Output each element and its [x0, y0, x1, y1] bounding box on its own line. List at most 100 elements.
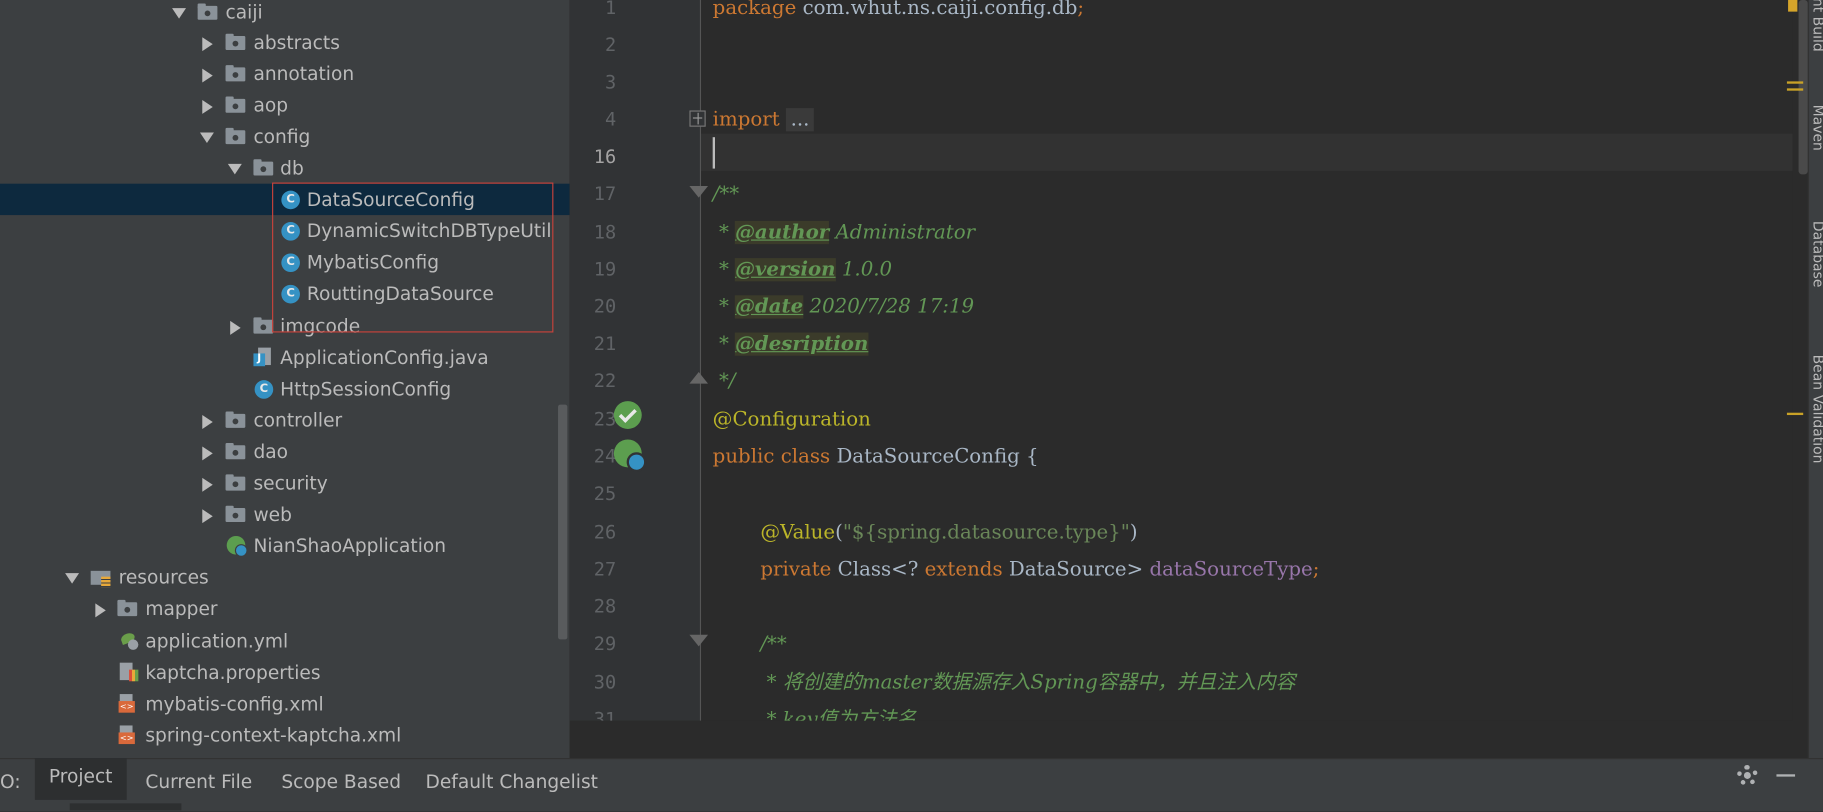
- tree-item-kaptcha-properties[interactable]: kaptcha.properties: [0, 657, 570, 688]
- tree-item-label: aop: [253, 94, 289, 117]
- tree-item-label: ApplicationConfig.java: [280, 346, 489, 369]
- tree-item-security[interactable]: security: [0, 467, 570, 498]
- tree-item-label: caiji: [225, 1, 263, 24]
- code-line: @Configuration: [712, 408, 871, 432]
- line-number: 25: [593, 482, 617, 505]
- chevron-right-icon[interactable]: [226, 310, 242, 341]
- tree-item-annotation[interactable]: annotation: [0, 58, 570, 89]
- line-number: 28: [593, 595, 617, 618]
- chevron-right-icon[interactable]: [198, 436, 214, 467]
- code-line: * @desription: [713, 326, 869, 363]
- keyword: private: [760, 558, 832, 582]
- chevron-right-icon[interactable]: [198, 499, 214, 530]
- tree-item-controller[interactable]: controller: [0, 405, 570, 436]
- tree-item-label: web: [253, 503, 292, 526]
- chevron-down-icon[interactable]: [63, 562, 80, 593]
- code-line: */: [712, 369, 736, 393]
- warning-marker[interactable]: [1786, 412, 1804, 416]
- tree-item-caiji[interactable]: caiji: [0, 0, 570, 28]
- doc-tag: @version: [735, 258, 836, 282]
- tree-item-application-yml[interactable]: application.yml: [0, 625, 570, 656]
- tool-maven[interactable]: Maven: [1810, 105, 1823, 151]
- code-editor[interactable]: 1 2 3 4 16 17 18 19 20 21 22 23 24 25 26…: [569, 0, 1793, 721]
- tree-item-nianshaoapplication[interactable]: NianShaoApplication: [0, 530, 570, 561]
- code-line: * key值为方法名: [760, 708, 917, 721]
- warning-marker[interactable]: [1786, 81, 1804, 84]
- highlight-box: [272, 182, 554, 333]
- chevron-down-icon[interactable]: [170, 0, 187, 28]
- folder-icon: [225, 95, 246, 114]
- tree-item-spring-context-kaptcha-xml[interactable]: spring-context-kaptcha.xml: [0, 720, 570, 751]
- chevron-right-icon[interactable]: [198, 58, 214, 89]
- doc-tag: @date: [735, 295, 804, 319]
- tree-item-label: application.yml: [145, 630, 289, 653]
- tool-ant-build[interactable]: Ant Build: [1810, 0, 1823, 52]
- line-number: 2: [604, 33, 617, 56]
- tree-item-db[interactable]: db: [0, 152, 570, 183]
- tree-item-label: controller: [253, 409, 343, 432]
- fold-collapse-icon[interactable]: [689, 634, 709, 647]
- tab-project[interactable]: Project: [34, 758, 127, 800]
- line-number: 27: [593, 558, 617, 581]
- minimize-icon[interactable]: [1776, 774, 1796, 777]
- tree-item-config[interactable]: config: [0, 121, 570, 152]
- configuration-bean-icon[interactable]: [613, 401, 642, 429]
- tool-database[interactable]: Database: [1810, 221, 1823, 288]
- spring-bean-icon[interactable]: [613, 439, 647, 473]
- tree-item-resources[interactable]: resources: [0, 562, 570, 593]
- tab-current-file[interactable]: Current File: [145, 765, 252, 800]
- fold-end-icon[interactable]: [689, 372, 709, 384]
- code-text: ;: [1077, 0, 1085, 20]
- project-tree-panel: caiji abstracts annotation aop config db: [0, 0, 570, 759]
- line-number: 24: [593, 445, 617, 468]
- line-number: 17: [593, 182, 617, 205]
- editor-scrollbar[interactable]: [1798, 0, 1808, 175]
- warning-marker[interactable]: [1786, 88, 1804, 91]
- tree-item-abstracts[interactable]: abstracts: [0, 27, 570, 58]
- warning-status-icon[interactable]: [1788, 0, 1798, 12]
- editor-gutter: 1 2 3 4 16 17 18 19 20 21 22 23 24 25 26…: [569, 0, 702, 721]
- fold-collapse-icon[interactable]: [689, 186, 709, 198]
- tree-item-mapper[interactable]: mapper: [0, 593, 570, 624]
- tab-scope-based[interactable]: Scope Based: [281, 765, 401, 800]
- tool-bean-validation[interactable]: Bean Validation: [1810, 355, 1823, 464]
- gear-icon[interactable]: [1736, 764, 1758, 786]
- line-number: 19: [593, 258, 617, 281]
- tab-default-changelist[interactable]: Default Changelist: [426, 765, 598, 800]
- folded-imports[interactable]: ...: [785, 108, 815, 132]
- tree-item-dao[interactable]: dao: [0, 436, 570, 467]
- tree-item-aop[interactable]: aop: [0, 90, 570, 121]
- fold-expand-icon[interactable]: [689, 110, 706, 127]
- folder-icon: [253, 158, 274, 177]
- gutter-divider: [699, 0, 702, 721]
- tree-item-httpsessionconfig[interactable]: C HttpSessionConfig: [0, 373, 570, 404]
- code-text: ): [1129, 520, 1138, 545]
- tree-item-web[interactable]: web: [0, 499, 570, 530]
- tree-item-label: HttpSessionConfig: [280, 377, 452, 400]
- java-file-icon: [253, 347, 272, 367]
- folder-icon: [225, 410, 246, 429]
- folder-icon: [225, 33, 246, 52]
- chevron-down-icon[interactable]: [226, 152, 242, 183]
- chevron-right-icon[interactable]: [198, 405, 214, 436]
- code-text: *: [712, 258, 736, 282]
- chevron-right-icon[interactable]: [198, 27, 214, 58]
- code-line: /**: [712, 182, 740, 206]
- tree-item-label: kaptcha.properties: [145, 661, 321, 684]
- tree-item-applicationconfig-java[interactable]: ApplicationConfig.java: [0, 342, 570, 373]
- code-text: com.whut.ns.caiji.config.db: [796, 0, 1078, 20]
- chevron-right-icon[interactable]: [198, 90, 214, 121]
- code-text: DataSource>: [1002, 558, 1150, 582]
- code-text: *: [712, 332, 736, 356]
- line-number: 18: [593, 220, 617, 243]
- annotation: @Value: [760, 520, 836, 545]
- chevron-right-icon[interactable]: [91, 593, 107, 624]
- tree-item-mybatis-config-xml[interactable]: mybatis-config.xml: [0, 688, 570, 719]
- code-line: * @version 1.0.0: [713, 251, 892, 288]
- tree-scrollbar[interactable]: [558, 404, 568, 640]
- code-line: * 将创建的master数据源存入Spring容器中，并且注入内容: [760, 670, 1296, 695]
- chevron-right-icon[interactable]: [198, 467, 214, 498]
- chevron-down-icon[interactable]: [198, 121, 214, 152]
- text-caret: [712, 137, 715, 169]
- line-number: 1: [604, 0, 617, 19]
